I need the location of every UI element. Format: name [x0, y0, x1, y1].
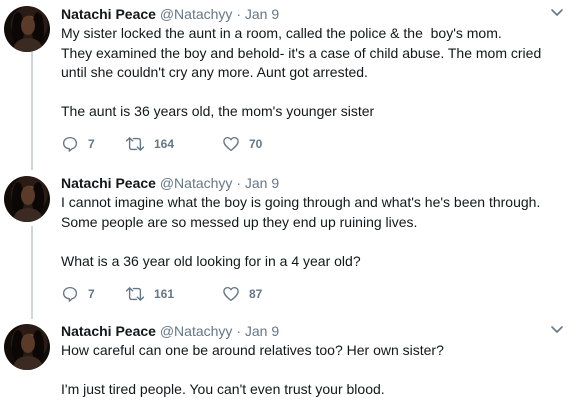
like-button[interactable]: 87	[222, 285, 302, 303]
retweet-button[interactable]: 161	[125, 285, 222, 303]
tweet-date[interactable]: Jan 9	[245, 6, 279, 22]
separator: ·	[236, 323, 241, 339]
tweet-date[interactable]: Jan 9	[245, 175, 279, 191]
heart-icon	[223, 286, 239, 302]
separator: ·	[236, 6, 241, 22]
display-name[interactable]: Natachi Peace	[61, 6, 156, 22]
tweet-header: Natachi Peace @Natachyy · Jan 9	[61, 322, 564, 340]
tweet-header: Natachi Peace @Natachyy · Jan 9	[61, 174, 564, 192]
display-name[interactable]: Natachi Peace	[61, 323, 156, 339]
user-handle[interactable]: @Natachyy	[160, 175, 233, 191]
user-handle[interactable]: @Natachyy	[160, 323, 233, 339]
like-button[interactable]: 70	[222, 135, 302, 153]
like-count: 70	[249, 137, 263, 151]
like-count: 87	[249, 287, 263, 301]
avatar[interactable]	[4, 176, 50, 222]
tweet[interactable]: Natachi Peace @Natachyy · Jan 9 My siste…	[0, 0, 578, 170]
user-handle[interactable]: @Natachyy	[160, 6, 233, 22]
retweet-count: 161	[154, 287, 175, 301]
reply-count: 7	[88, 287, 95, 301]
avatar[interactable]	[4, 6, 50, 52]
reply-icon	[62, 136, 78, 152]
retweet-button[interactable]: 164	[125, 135, 222, 153]
reply-button[interactable]: 7	[61, 285, 125, 303]
tweet-date[interactable]: Jan 9	[245, 323, 279, 339]
reply-count: 7	[88, 137, 95, 151]
tweet-header: Natachi Peace @Natachyy · Jan 9	[61, 5, 564, 23]
tweet-actions: 7 161 87	[61, 284, 302, 304]
display-name[interactable]: Natachi Peace	[61, 175, 156, 191]
tweet-actions: 7 164 70	[61, 134, 302, 154]
tweet[interactable]: Natachi Peace @Natachyy · Jan 9 How care…	[0, 318, 578, 413]
heart-icon	[223, 136, 239, 152]
reply-icon	[62, 286, 78, 302]
tweet-text: I cannot imagine what the boy is going t…	[61, 194, 541, 269]
retweet-icon	[125, 287, 145, 301]
avatar[interactable]	[4, 324, 50, 370]
retweet-icon	[125, 137, 145, 151]
tweet-text: My sister locked the aunt in a room, cal…	[61, 25, 542, 120]
chevron-down-icon[interactable]	[550, 324, 564, 336]
retweet-count: 164	[154, 137, 175, 151]
tweet[interactable]: Natachi Peace @Natachyy · Jan 9 I cannot…	[0, 170, 578, 318]
separator: ·	[236, 175, 241, 191]
tweet-text: How careful can one be around relatives …	[61, 342, 444, 398]
chevron-down-icon[interactable]	[550, 7, 564, 19]
reply-button[interactable]: 7	[61, 135, 125, 153]
